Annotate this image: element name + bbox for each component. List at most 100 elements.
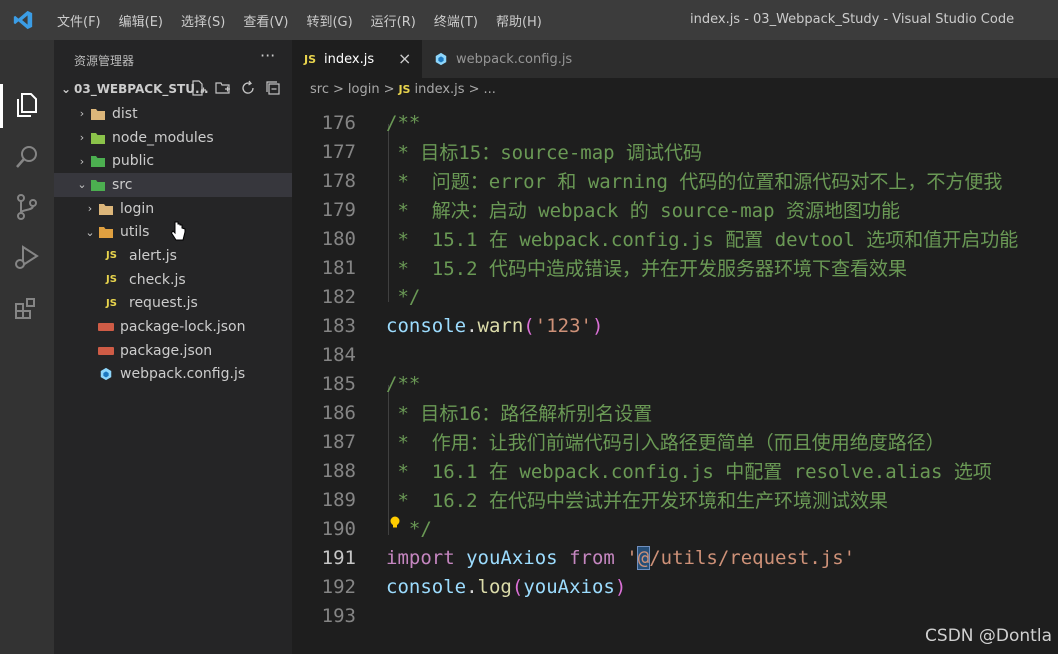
folder-icon (91, 132, 105, 144)
code-line[interactable]: 191 import youAxios from '@/utils/request… (292, 543, 1058, 572)
tree-item-package-json[interactable]: package.json (54, 339, 292, 363)
search-icon[interactable] (12, 142, 42, 172)
code-line[interactable]: 187 * 作用：让我们前端代码引入路径更简单（而且使用绝度路径） (292, 427, 1058, 456)
folder-icon (91, 156, 105, 168)
code-token: * 15.2 代码中造成错误，并在开发服务器环境下查看效果 (386, 258, 907, 280)
tree-item-node-modules[interactable]: › node_modules (54, 126, 292, 150)
code-line[interactable]: 180 * 15.1 在 webpack.config.js 配置 devtoo… (292, 224, 1058, 253)
tree-item-label: request.js (129, 295, 198, 312)
code-token: ( (523, 314, 535, 337)
code-line[interactable]: 178 * 问题：error 和 warning 代码的位置和源代码对不上，不方… (292, 166, 1058, 195)
tree-item-request-js[interactable]: JS request.js (54, 292, 292, 316)
run-debug-icon[interactable] (12, 242, 42, 272)
new-file-icon[interactable] (190, 80, 206, 96)
menu-item[interactable]: 转到(G) (297, 11, 361, 30)
folder-icon (99, 203, 113, 215)
code-text: console.warn('123') (386, 315, 603, 337)
active-indicator (0, 84, 3, 128)
code-line[interactable]: 183 console.warn('123') (292, 311, 1058, 340)
vscode-logo-icon (13, 10, 33, 30)
more-actions-icon[interactable]: ··· (260, 46, 275, 65)
code-text: * 15.1 在 webpack.config.js 配置 devtool 选项… (386, 225, 1018, 252)
menu-item[interactable]: 帮助(H) (487, 11, 551, 30)
line-number: 189 (321, 488, 356, 511)
chevron-right-icon: › (87, 202, 93, 216)
code-text: * 问题：error 和 warning 代码的位置和源代码对不上，不方便我 (386, 167, 1002, 194)
tab-webpack-config[interactable]: webpack.config.js (422, 40, 592, 78)
code-editor[interactable]: 176/** 177 * 目标15：source-map 调试代码 178 * 问题… (292, 100, 1058, 654)
js-file-icon: JS (106, 250, 117, 262)
tree-item-label: dist (112, 105, 138, 122)
tree-item-src[interactable]: ⌄ src (54, 173, 292, 197)
code-text: * 作用：让我们前端代码引入路径更简单（而且使用绝度路径） (386, 428, 945, 455)
code-text: * 16.1 在 webpack.config.js 中配置 resolve.a… (386, 457, 991, 484)
source-control-icon[interactable] (12, 192, 42, 222)
code-token: * 解决：启动 webpack 的 source-map 资源地图功能 (386, 200, 900, 222)
tree-item-label: package-lock.json (120, 319, 246, 336)
breadcrumb-item[interactable]: src (310, 82, 329, 97)
tree-item-label: login (120, 200, 155, 217)
code-line[interactable]: 177 * 目标15：source-map 调试代码 (292, 137, 1058, 166)
code-line[interactable]: 179 * 解决：启动 webpack 的 source-map 资源地图功能 (292, 195, 1058, 224)
folder-icon (99, 227, 113, 239)
tree-item-public[interactable]: › public (54, 149, 292, 173)
code-token: * 作用：让我们前端代码引入路径更简单（而且使用绝度路径） (386, 432, 945, 454)
js-file-icon: JS (398, 82, 411, 96)
code-text: console.log(youAxios) (386, 576, 626, 598)
menu-item[interactable]: 编辑(E) (110, 11, 172, 30)
tree-item-webpack-config-js[interactable]: webpack.config.js (54, 363, 292, 387)
tree-item-label: src (112, 176, 133, 193)
line-number: 177 (321, 140, 356, 163)
chevron-down-icon: ⌄ (77, 178, 87, 192)
code-line[interactable]: 188 * 16.1 在 webpack.config.js 中配置 resol… (292, 456, 1058, 485)
tree-item-dist[interactable]: › dist (54, 102, 292, 126)
line-number: 183 (321, 314, 356, 337)
refresh-icon[interactable] (240, 80, 256, 96)
line-number: 193 (321, 604, 356, 627)
line-number: 184 (321, 343, 356, 366)
json-file-icon (98, 323, 114, 332)
extensions-icon[interactable] (12, 294, 42, 324)
new-folder-icon[interactable] (215, 80, 231, 96)
menu-item[interactable]: 选择(S) (172, 11, 234, 30)
tree-item-login[interactable]: › login (54, 197, 292, 221)
code-line[interactable]: 176 /** (292, 108, 1058, 137)
close-icon[interactable]: × (398, 49, 411, 68)
code-token: ' (626, 546, 638, 569)
tree-item-label: node_modules (112, 129, 214, 146)
tree-item-check-js[interactable]: JS check.js (54, 268, 292, 292)
breadcrumb-separator: > (468, 81, 480, 97)
menu-item[interactable]: 运行(R) (362, 11, 425, 30)
code-line[interactable]: 184 (292, 340, 1058, 369)
breadcrumb-item[interactable]: index.js (414, 82, 464, 97)
webpack-icon (100, 368, 112, 381)
code-line[interactable]: 190 */ (292, 514, 1058, 543)
code-line[interactable]: 181 * 15.2 代码中造成错误，并在开发服务器环境下查看效果 (292, 253, 1058, 282)
code-line[interactable]: 182 */ (292, 282, 1058, 311)
code-text: /** (386, 373, 420, 395)
code-line[interactable]: 185 /** (292, 369, 1058, 398)
menu-item[interactable]: 终端(T) (425, 11, 487, 30)
collapse-all-icon[interactable] (265, 80, 281, 96)
code-text: * 16.2 在代码中尝试并在开发环境和生产环境测试效果 (386, 486, 888, 513)
folder-icon (91, 108, 105, 120)
code-token: * 16.2 在代码中尝试并在开发环境和生产环境测试效果 (386, 490, 888, 512)
tab-index-js[interactable]: JS index.js × (292, 40, 422, 78)
folder-icon (91, 179, 105, 191)
tree-item-package-lock-json[interactable]: package-lock.json (54, 315, 292, 339)
code-line[interactable]: 192 console.log(youAxios) (292, 572, 1058, 601)
tree-item-alert-js[interactable]: JS alert.js (54, 244, 292, 268)
line-number: 180 (321, 227, 356, 250)
breadcrumb-item[interactable]: ... (483, 82, 495, 97)
menu-item[interactable]: 文件(F) (48, 11, 110, 30)
line-number: 186 (321, 401, 356, 424)
explorer-icon[interactable] (12, 90, 42, 120)
code-token: */ (386, 285, 421, 308)
code-line[interactable]: 186 * 目标16：路径解析别名设置 (292, 398, 1058, 427)
menu-item[interactable]: 查看(V) (234, 11, 297, 30)
code-token: log (477, 575, 512, 598)
js-file-icon: JS (106, 274, 117, 286)
breadcrumb-item[interactable]: login (348, 82, 380, 97)
code-line[interactable]: 189 * 16.2 在代码中尝试并在开发环境和生产环境测试效果 (292, 485, 1058, 514)
